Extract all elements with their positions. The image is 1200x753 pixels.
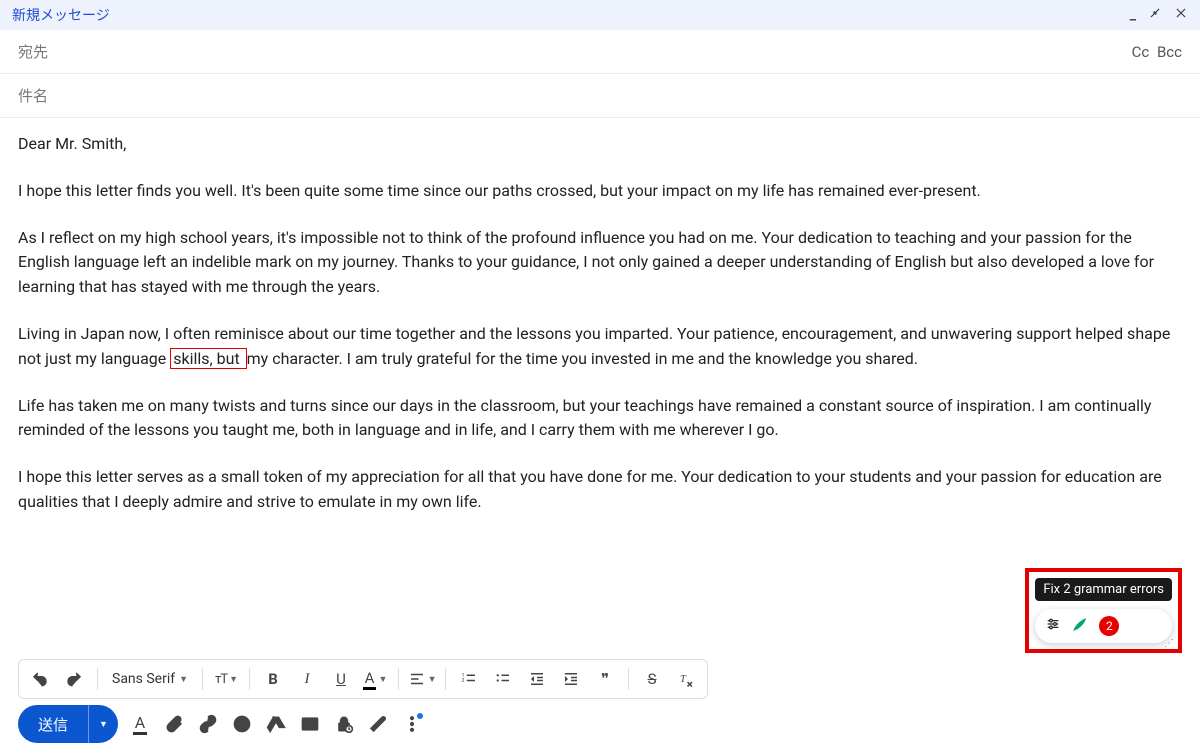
subject-placeholder: 件名: [18, 85, 1182, 106]
separator: [97, 668, 98, 690]
indent-less-button[interactable]: [522, 664, 552, 694]
more-options-button[interactable]: [402, 714, 422, 734]
svg-text:T: T: [680, 674, 687, 685]
redo-button[interactable]: [59, 664, 89, 694]
body-paragraph: Living in Japan now, I often reminisce a…: [18, 322, 1182, 372]
chevron-down-icon: ▼: [179, 674, 188, 685]
separator: [249, 668, 250, 690]
recipients-row[interactable]: 宛先 Cc Bcc: [0, 30, 1200, 74]
body-paragraph: I hope this letter serves as a small tok…: [18, 465, 1182, 515]
svg-text:2: 2: [462, 678, 465, 684]
body-paragraph: Dear Mr. Smith,: [18, 132, 1182, 157]
separator: [628, 668, 629, 690]
strikethrough-button[interactable]: S: [637, 664, 667, 694]
insert-signature-button[interactable]: [368, 714, 388, 734]
send-options-button[interactable]: ▼: [88, 705, 118, 743]
attach-file-button[interactable]: [164, 714, 184, 734]
underline-button[interactable]: U: [326, 664, 356, 694]
popout-icon[interactable]: [1148, 6, 1162, 24]
body-paragraph: As I reflect on my high school years, it…: [18, 226, 1182, 300]
recipients-placeholder: 宛先: [18, 41, 1128, 62]
close-icon[interactable]: [1174, 6, 1188, 24]
send-button-label: 送信: [18, 714, 88, 735]
confidential-mode-button[interactable]: [334, 714, 354, 734]
font-format-button[interactable]: A: [130, 714, 150, 734]
font-size-label: тT: [215, 672, 227, 687]
bold-button[interactable]: B: [258, 664, 288, 694]
text-color-button[interactable]: A▼: [360, 664, 390, 694]
chevron-down-icon: ▼: [378, 674, 387, 685]
compose-body[interactable]: Dear Mr. Smith, I hope this letter finds…: [0, 118, 1200, 547]
body-text: my character. I am truly grateful for th…: [247, 349, 918, 368]
chevron-down-icon: ▼: [99, 719, 108, 730]
quill-icon[interactable]: [1071, 615, 1089, 637]
separator: [398, 668, 399, 690]
body-paragraph: I hope this letter finds you well. It's …: [18, 179, 1182, 204]
grammar-highlight[interactable]: skills, but: [170, 348, 246, 369]
bcc-button[interactable]: Bcc: [1157, 43, 1182, 61]
font-family-select[interactable]: Sans Serif ▼: [106, 671, 194, 687]
separator: [445, 668, 446, 690]
grammar-error-count[interactable]: 2: [1099, 616, 1119, 636]
text-color-label: A: [363, 669, 377, 690]
insert-emoji-button[interactable]: [232, 714, 252, 734]
italic-button[interactable]: I: [292, 664, 322, 694]
grammar-tooltip: Fix 2 grammar errors: [1035, 578, 1172, 601]
cc-button[interactable]: Cc: [1132, 43, 1150, 61]
send-row: 送信 ▼ A: [18, 705, 1182, 743]
indent-more-button[interactable]: [556, 664, 586, 694]
align-button[interactable]: ▼: [407, 664, 437, 694]
bullet-list-button[interactable]: [488, 664, 518, 694]
font-size-button[interactable]: тT▼: [211, 664, 241, 694]
send-button[interactable]: 送信 ▼: [18, 705, 118, 743]
format-toolbar: Sans Serif ▼ тT▼ B I U A▼ ▼ 12 ❞ S T: [18, 659, 708, 699]
font-family-label: Sans Serif: [112, 671, 175, 687]
insert-link-button[interactable]: [198, 714, 218, 734]
body-paragraph: Life has taken me on many twists and tur…: [18, 394, 1182, 444]
drag-handle-icon[interactable]: ⋰: [1164, 638, 1174, 649]
insert-drive-button[interactable]: [266, 714, 286, 734]
chevron-down-icon: ▼: [428, 674, 437, 685]
undo-button[interactable]: [25, 664, 55, 694]
font-format-label: A: [133, 713, 147, 735]
insert-image-button[interactable]: [300, 714, 320, 734]
compose-title: 新規メッセージ: [12, 5, 1130, 25]
numbered-list-button[interactable]: 12: [454, 664, 484, 694]
subject-row[interactable]: 件名: [0, 74, 1200, 118]
separator: [202, 668, 203, 690]
minimize-icon[interactable]: _: [1130, 7, 1136, 23]
grammar-pill[interactable]: 2 ⋰: [1035, 609, 1172, 643]
chevron-down-icon: ▼: [229, 674, 237, 685]
compose-header: 新規メッセージ _: [0, 0, 1200, 30]
quote-button[interactable]: ❞: [590, 664, 620, 694]
grammar-widget-highlight: Fix 2 grammar errors 2 ⋰: [1025, 568, 1182, 653]
clear-formatting-button[interactable]: T: [671, 664, 701, 694]
settings-icon[interactable]: [1045, 616, 1061, 636]
